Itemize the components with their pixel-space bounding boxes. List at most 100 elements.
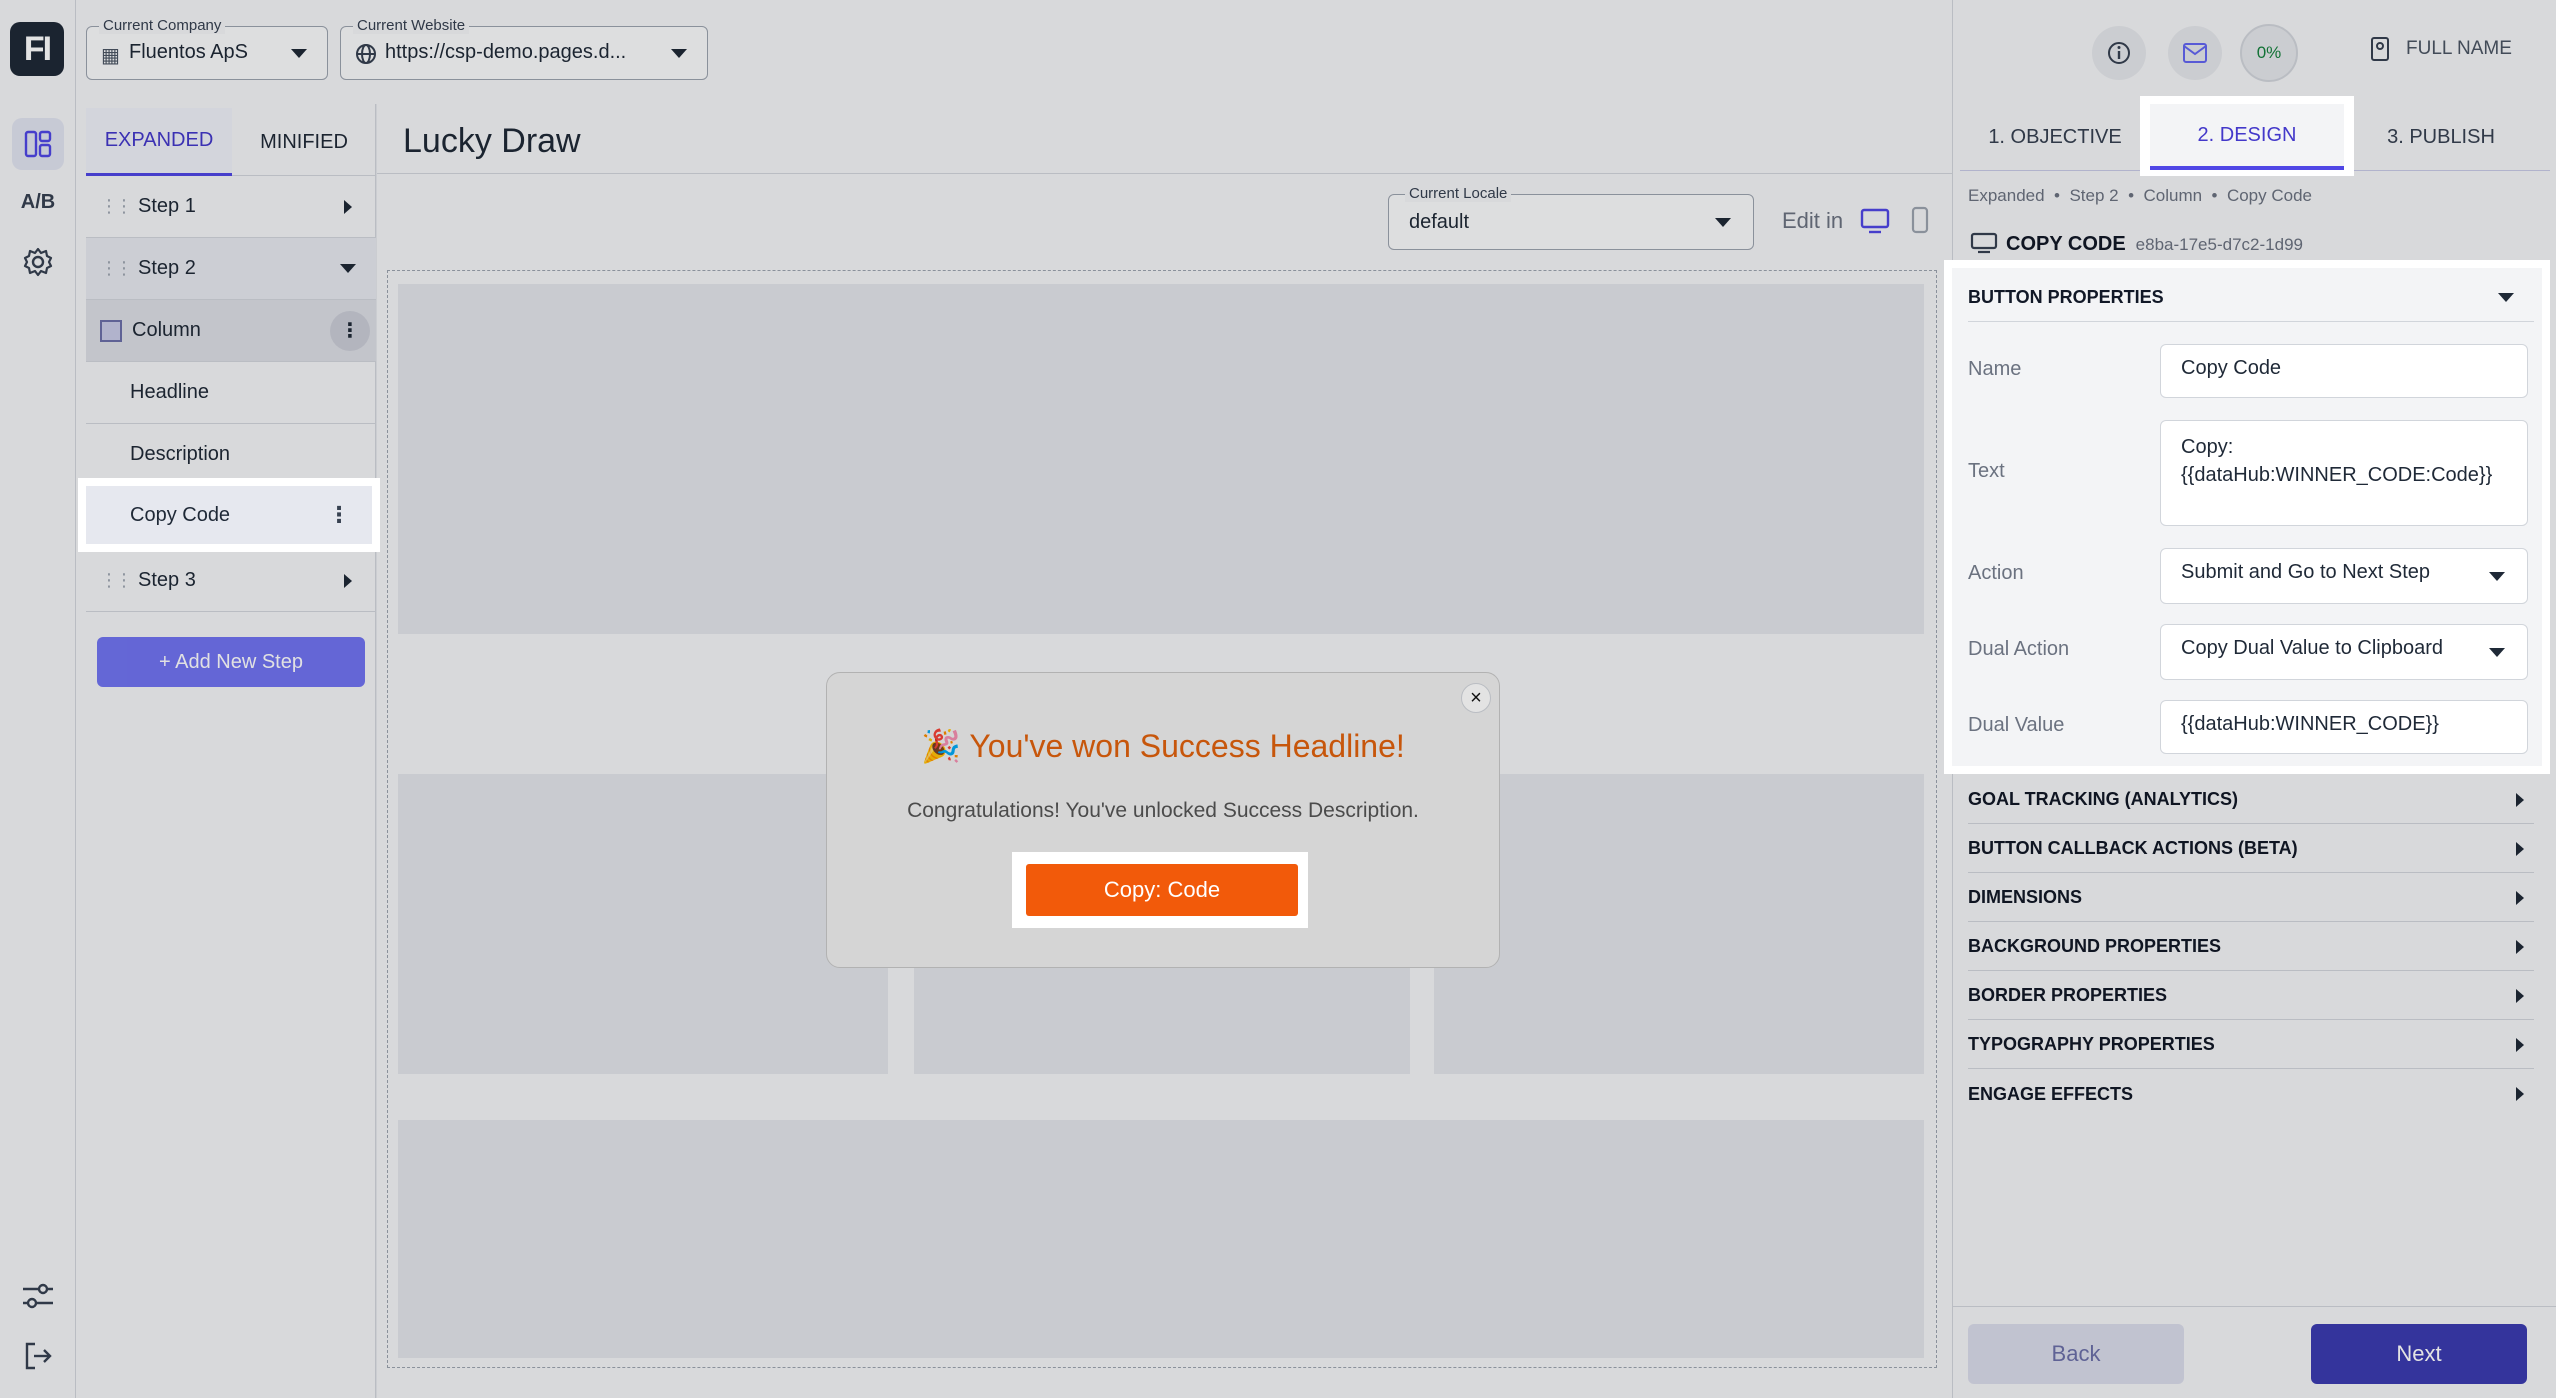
dual-action-select[interactable]: Copy Dual Value to Clipboard [2160, 624, 2528, 680]
party-popper-icon: 🎉 [921, 728, 962, 764]
chevron-down-icon [1715, 218, 1731, 227]
tab-minified[interactable]: MINIFIED [232, 108, 376, 176]
chevron-right-icon[interactable] [2516, 939, 2524, 954]
user-full-name[interactable]: FULL NAME [2406, 38, 2512, 60]
column-item[interactable]: Column ⋮ [86, 300, 376, 362]
section-goal-tracking[interactable]: GOAL TRACKING (ANALYTICS) [1968, 776, 2534, 824]
add-new-step-button[interactable]: + Add New Step [97, 637, 365, 687]
logout-icon[interactable] [12, 1330, 64, 1382]
copy-code-item[interactable]: Copy Code ⋮ [86, 486, 372, 544]
copy-code-menu-button[interactable]: ⋮ [328, 502, 350, 528]
description-item[interactable]: Description [86, 424, 376, 486]
section-border[interactable]: BORDER PROPERTIES [1968, 972, 2534, 1020]
section-callback-actions[interactable]: BUTTON CALLBACK ACTIONS (BETA) [1968, 825, 2534, 873]
name-label: Name [1968, 358, 2022, 380]
mobile-icon[interactable] [1910, 206, 1930, 239]
company-select[interactable]: Current Company ▦ Fluentos ApS [86, 17, 328, 80]
layout-icon[interactable] [12, 118, 64, 170]
chevron-down-icon [2489, 648, 2505, 657]
copy-code-label: Copy Code [130, 503, 231, 526]
breadcrumb-separator: • [2123, 186, 2139, 205]
text-textarea[interactable]: Copy: {{dataHub:WINNER_CODE:Code}} [2160, 420, 2528, 526]
breadcrumb-item[interactable]: Step 2 [2069, 186, 2118, 205]
popup-description[interactable]: Congratulations! You've unlocked Success… [827, 799, 1499, 823]
placeholder-block [398, 284, 1924, 634]
column-swatch-icon [100, 319, 122, 342]
placeholder-block [398, 774, 888, 1074]
settings-gear-icon[interactable] [12, 236, 64, 288]
popup-headline[interactable]: 🎉 You've won Success Headline! [827, 727, 1499, 765]
tab-objective[interactable]: 1. OBJECTIVE [1960, 104, 2150, 170]
step-item-2[interactable]: ⋮⋮ Step 2 [86, 238, 376, 300]
placeholder-block [1434, 774, 1924, 1074]
chevron-down-icon[interactable] [2498, 293, 2514, 302]
locale-select[interactable]: Current Locale default [1388, 185, 1754, 250]
section-label: BUTTON CALLBACK ACTIONS (BETA) [1968, 838, 2298, 858]
column-label: Column [132, 319, 201, 341]
mail-icon[interactable] [2168, 26, 2222, 80]
ab-test-button[interactable]: A/B [12, 176, 64, 228]
chevron-right-icon[interactable] [2516, 1087, 2524, 1101]
breadcrumb-item[interactable]: Expanded [1968, 186, 2045, 205]
breadcrumb-item: Copy Code [2226, 186, 2313, 205]
section-engage-effects[interactable]: ENGAGE EFFECTS [1968, 1070, 2534, 1118]
tab-expanded[interactable]: EXPANDED [86, 108, 232, 176]
dual-value-label: Dual Value [1968, 714, 2065, 736]
section-background[interactable]: BACKGROUND PROPERTIES [1968, 923, 2534, 971]
text-line: Copy: [2181, 436, 2234, 458]
headline-item[interactable]: Headline [86, 362, 376, 424]
left-rail: FI A/B [0, 0, 76, 1398]
tab-design-active[interactable]: 2. DESIGN [2150, 104, 2344, 170]
drag-handle-icon[interactable]: ⋮⋮ [100, 570, 133, 591]
chevron-right-icon[interactable] [2516, 988, 2524, 1003]
chevron-right-icon[interactable] [2516, 1037, 2524, 1052]
chevron-right-icon[interactable] [344, 199, 352, 214]
chevron-right-icon[interactable] [2516, 792, 2524, 807]
page-title: Lucky Draw [403, 122, 581, 160]
view-tabs: EXPANDED MINIFIED [86, 108, 376, 176]
step-label: Step 1 [138, 195, 196, 217]
section-label: ENGAGE EFFECTS [1968, 1083, 2134, 1104]
info-icon[interactable] [2092, 26, 2146, 80]
company-value: Fluentos ApS [129, 41, 248, 63]
user-icon[interactable] [2370, 36, 2392, 67]
drag-handle-icon[interactable]: ⋮⋮ [100, 196, 133, 217]
dual-action-value: Copy Dual Value to Clipboard [2181, 637, 2444, 659]
description-label: Description [130, 443, 231, 465]
section-button-properties-lit[interactable]: BUTTON PROPERTIES [1968, 274, 2534, 322]
headline-label: Headline [130, 381, 209, 403]
next-button[interactable]: Next [2311, 1324, 2527, 1384]
app-logo[interactable]: FI [10, 22, 64, 76]
chevron-down-icon[interactable] [340, 264, 356, 273]
placeholder-block [398, 1120, 1924, 1358]
breadcrumb-item[interactable]: Column [2143, 186, 2202, 205]
locale-value: default [1409, 211, 1470, 233]
section-label: BUTTON PROPERTIES [1968, 287, 2164, 307]
website-select[interactable]: Current Website https://csp-demo.pages.d… [340, 17, 708, 80]
back-button[interactable]: Back [1968, 1324, 2184, 1384]
drag-handle-icon[interactable]: ⋮⋮ [100, 258, 133, 279]
copy-code-cta-button[interactable]: Copy: Code [1026, 864, 1298, 916]
dual-action-label: Dual Action [1968, 638, 2070, 660]
action-select[interactable]: Submit and Go to Next Step [2160, 548, 2528, 604]
edit-in-label: Edit in [1782, 208, 1844, 233]
section-typography[interactable]: TYPOGRAPHY PROPERTIES [1968, 1021, 2534, 1069]
close-icon[interactable]: × [1461, 683, 1491, 713]
desktop-icon[interactable] [1860, 208, 1890, 239]
chevron-down-icon [291, 49, 307, 58]
sliders-icon[interactable] [12, 1270, 64, 1322]
name-input[interactable]: Copy Code [2160, 344, 2528, 398]
chevron-right-icon[interactable] [2516, 841, 2524, 856]
component-title: COPY CODE e8ba-17e5-d7c2-1d99 [1970, 232, 2303, 256]
chevron-right-icon[interactable] [2516, 890, 2524, 905]
column-menu-button[interactable]: ⋮ [330, 310, 370, 351]
step-label: Step 2 [138, 257, 196, 279]
step-item-3[interactable]: ⋮⋮ Step 3 [86, 550, 376, 612]
dual-value-input[interactable]: {{dataHub:WINNER_CODE}} [2160, 700, 2528, 754]
chevron-right-icon[interactable] [344, 573, 352, 588]
section-label: DIMENSIONS [1968, 887, 2083, 907]
section-dimensions[interactable]: DIMENSIONS [1968, 874, 2534, 922]
section-label: BACKGROUND PROPERTIES [1968, 936, 2222, 956]
step-item-1[interactable]: ⋮⋮ Step 1 [86, 176, 376, 238]
tab-publish[interactable]: 3. PUBLISH [2346, 104, 2536, 170]
